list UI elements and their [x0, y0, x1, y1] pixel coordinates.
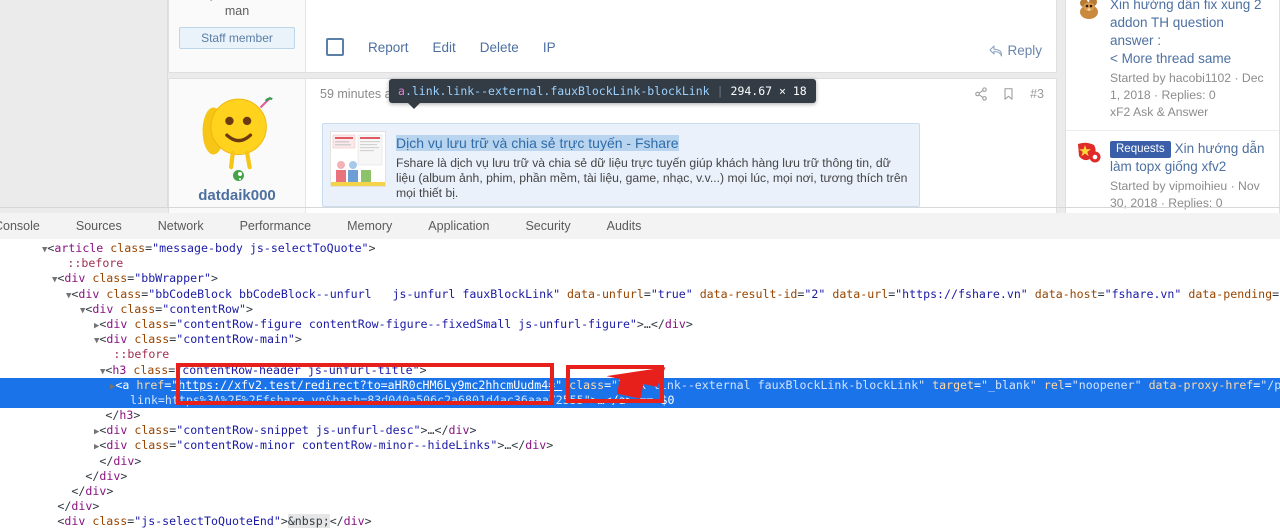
list-item[interactable]: Xin hướng dẫn fix xung 2 addon TH questi… — [1066, 0, 1279, 131]
dom-tree-line[interactable]: ▼<h3 class="contentRow-header js-unfurl-… — [0, 363, 1280, 378]
reply-arrow-icon — [989, 45, 1003, 57]
dom-tree-line[interactable]: ▼<div class="bbWrapper"> — [0, 271, 1280, 286]
post-body-column: Report Edit Delete IP Reply — [306, 0, 1056, 72]
dom-tree-line-selected[interactable]: ▶<a href="https://xfv2.test/redirect?to=… — [0, 378, 1280, 393]
staff-member-badge: Staff member — [179, 27, 295, 49]
share-icon[interactable] — [974, 87, 988, 101]
post-number[interactable]: #3 — [1030, 87, 1044, 101]
thread-forum-name[interactable]: xF2 Ask & Answer — [1110, 104, 1270, 121]
unfurl-main: Dịch vụ lưu trữ và chia sẻ trực tuyến - … — [396, 131, 912, 199]
tooltip-tag-name: a — [398, 84, 405, 98]
tab-network[interactable]: Network — [140, 213, 222, 239]
report-link[interactable]: Report — [368, 40, 409, 55]
href-value-link[interactable]: "https://xfv2.test/redirect?to=aHR0cHM6L… — [171, 378, 562, 392]
dom-tree-line[interactable]: ▶<div class="contentRow-snippet js-unfur… — [0, 423, 1280, 438]
reply-label: Reply — [1007, 43, 1042, 58]
dom-tree-line-selected-wrap[interactable]: link=https%3A%2F%2Ffshare.vn&hash=83d040… — [0, 393, 1280, 408]
avatar — [1076, 0, 1102, 22]
edit-link[interactable]: Edit — [433, 40, 456, 55]
tab-memory[interactable]: Memory — [329, 213, 410, 239]
jerry-mouse-avatar-icon — [1076, 0, 1102, 22]
devtools-panel: Console Sources Network Performance Memo… — [0, 213, 1280, 528]
bookmark-icon[interactable] — [1002, 87, 1016, 101]
tab-console[interactable]: Console — [0, 213, 58, 239]
similar-threads-sidebar: Xin hướng dẫn fix xung 2 addon TH questi… — [1065, 0, 1280, 213]
unfurl-description: Fshare là dịch vụ lưu trữ và chia sẻ dữ … — [396, 156, 912, 199]
requests-badge: Requests — [1110, 141, 1171, 158]
post-user-column: datdaik000 — [169, 79, 306, 213]
page-left-gutter — [0, 0, 168, 208]
post-user-title: A boy learn to be a man — [175, 0, 299, 20]
dom-tree-line[interactable]: </div> — [0, 469, 1280, 484]
unfurl-figure — [330, 131, 386, 187]
thread-info: Xin hướng dẫn fix xung 2 addon TH questi… — [1110, 0, 1270, 121]
dom-tree-line[interactable]: </div> — [0, 454, 1280, 469]
post-block-previous: datdaik000 A boy learn to be a man Staff… — [168, 0, 1057, 73]
dom-tree-line[interactable]: ::before — [0, 347, 1280, 362]
dom-tree-line[interactable]: ▼<article class="message-body js-selectT… — [0, 241, 1280, 256]
post-meta-right: #3 — [974, 87, 1044, 101]
tab-performance[interactable]: Performance — [222, 213, 330, 239]
dom-tree-line[interactable]: </h3> — [0, 408, 1280, 423]
list-item[interactable]: RequestsXin hướng dẫn làm topx giống xfv… — [1066, 131, 1279, 213]
smiley-avatar-icon — [195, 89, 279, 173]
page-bottom-divider — [0, 207, 1280, 208]
dom-tree-line[interactable]: ▶<div class="contentRow-figure contentRo… — [0, 317, 1280, 332]
post-user-column: datdaik000 A boy learn to be a man Staff… — [169, 0, 306, 72]
reply-button[interactable]: Reply — [989, 43, 1042, 58]
dom-tree-line[interactable]: </div> — [0, 499, 1280, 514]
tooltip-class-names: .link.link--external.fauxBlockLink-block… — [405, 84, 710, 98]
dom-tree-line[interactable]: ::before — [0, 256, 1280, 271]
unfurl-preview-block[interactable]: Dịch vụ lưu trữ và chia sẻ trực tuyến - … — [322, 123, 920, 207]
dom-tree-line[interactable]: ▼<div class="bbCodeBlock bbCodeBlock--un… — [0, 287, 1280, 302]
avatar — [1076, 140, 1102, 166]
thread-info: RequestsXin hướng dẫn làm topx giống xfv… — [1110, 140, 1270, 212]
tooltip-dimensions: 294.67 × 18 — [731, 84, 807, 98]
dom-tree-line[interactable]: </div> — [0, 484, 1280, 499]
tab-audits[interactable]: Audits — [589, 213, 660, 239]
element-inspector-tooltip: a.link.link--external.fauxBlockLink-bloc… — [389, 79, 816, 103]
online-status-icon — [231, 168, 246, 183]
post-actions-bar: Report Edit Delete IP — [326, 38, 556, 56]
delete-link[interactable]: Delete — [480, 40, 519, 55]
dom-tree-line[interactable]: ▶<div class="contentRow-minor contentRow… — [0, 438, 1280, 453]
ip-link[interactable]: IP — [543, 40, 556, 55]
dom-tree-line[interactable]: ▼<div class="contentRow-main"> — [0, 332, 1280, 347]
unfurl-thumbnail-image — [331, 132, 385, 186]
devtools-tab-bar: Console Sources Network Performance Memo… — [0, 213, 1280, 240]
thread-meta: Started by hacobi1102 · Dec 1, 2018 · Re… — [1110, 70, 1270, 104]
tab-sources[interactable]: Sources — [58, 213, 140, 239]
unfurl-title-heading: Dịch vụ lưu trữ và chia sẻ trực tuyến - … — [396, 131, 912, 153]
tab-security[interactable]: Security — [507, 213, 588, 239]
thread-title[interactable]: RequestsXin hướng dẫn làm topx giống xfv… — [1110, 140, 1270, 176]
dom-tree-view[interactable]: ▼<article class="message-body js-selectT… — [0, 239, 1280, 528]
post-username[interactable]: datdaik000 — [169, 187, 305, 204]
dom-tree-line[interactable]: <div class="js-selectToQuoteEnd">&nbsp;<… — [0, 514, 1280, 528]
select-post-checkbox[interactable] — [326, 38, 344, 56]
unfurl-title-link[interactable]: Dịch vụ lưu trữ và chia sẻ trực tuyến - … — [396, 135, 679, 151]
tab-application[interactable]: Application — [410, 213, 507, 239]
avatar[interactable] — [189, 85, 285, 181]
thread-title[interactable]: Xin hướng dẫn fix xung 2 addon TH questi… — [1110, 0, 1270, 50]
thread-title-continued[interactable]: < More thread same — [1110, 50, 1270, 68]
forum-page: datdaik000 A boy learn to be a man Staff… — [0, 0, 1280, 213]
vietnam-flag-avatar-icon — [1076, 140, 1102, 166]
dom-tree-line[interactable]: ▼<div class="contentRow"> — [0, 302, 1280, 317]
screenshot-root: datdaik000 A boy learn to be a man Staff… — [0, 0, 1280, 528]
